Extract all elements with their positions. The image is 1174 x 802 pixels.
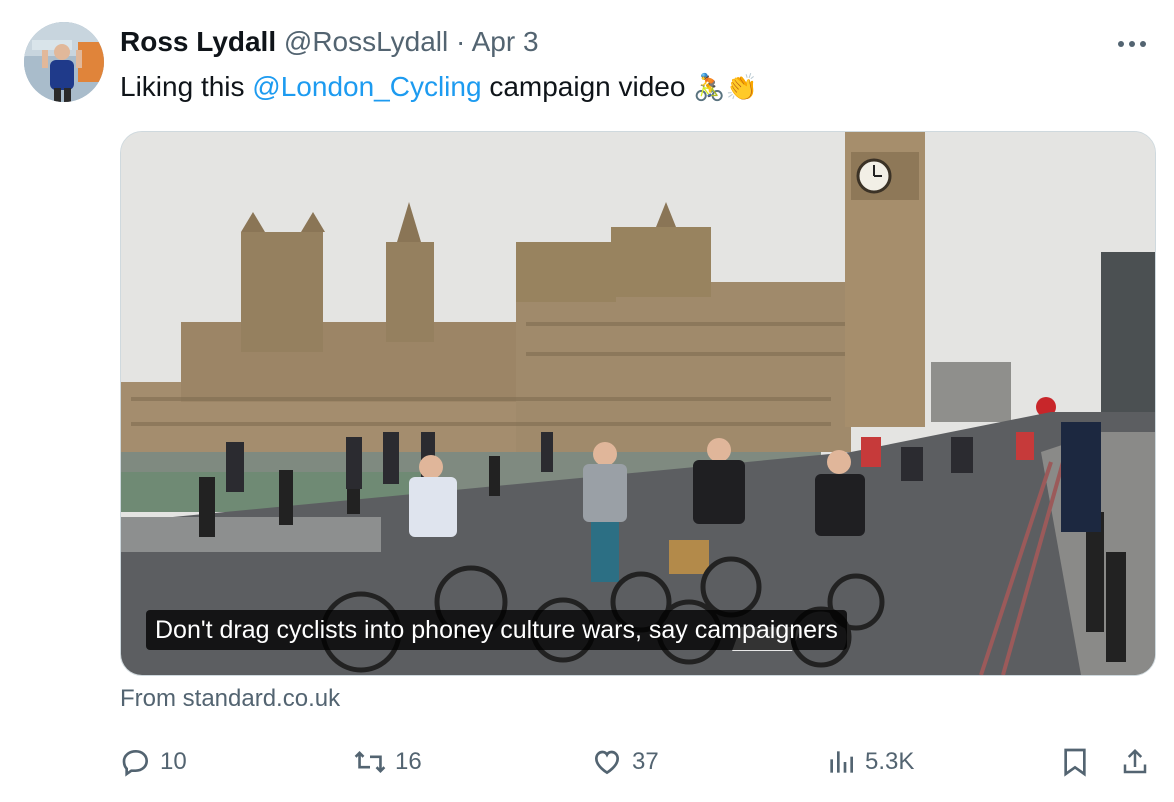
tweet-emoji: 🚴👏: [693, 73, 758, 103]
views-button[interactable]: 5.3K: [825, 740, 914, 784]
media-card[interactable]: [120, 131, 1156, 676]
more-horizontal-icon: [1118, 41, 1146, 47]
like-button[interactable]: 37: [590, 740, 659, 784]
news-image: [121, 132, 1155, 675]
tweet-text-after: campaign video: [481, 71, 694, 102]
tweet-header: Ross Lydall @RossLydall · Apr 3: [120, 24, 539, 60]
link-source[interactable]: From standard.co.uk: [120, 683, 340, 715]
share-button[interactable]: [1120, 740, 1150, 784]
avatar[interactable]: [24, 22, 104, 102]
share-icon: [1123, 748, 1147, 774]
reply-count: 10: [160, 748, 187, 775]
repost-count: 16: [395, 748, 422, 775]
like-count: 37: [632, 748, 659, 775]
repost-button[interactable]: 16: [353, 740, 422, 784]
bookmark-icon: [1064, 748, 1086, 777]
avatar-image: [24, 22, 104, 102]
mention-link[interactable]: @London_Cycling: [252, 71, 481, 102]
tweet: Ross Lydall @RossLydall · Apr 3 Liking t…: [0, 0, 1174, 802]
media-caption: Don't drag cyclists into phoney culture …: [146, 610, 847, 650]
more-options-button[interactable]: [1112, 30, 1152, 58]
action-bar: 10 16 37 5.3K: [120, 740, 1154, 784]
header-separator: ·: [456, 26, 466, 57]
views-count: 5.3K: [865, 748, 915, 775]
tweet-text: Liking this @London_Cycling campaign vid…: [120, 68, 758, 107]
bookmark-button[interactable]: [1060, 740, 1090, 784]
reply-icon: [122, 749, 149, 777]
repost-icon: [354, 750, 386, 774]
author-name[interactable]: Ross Lydall: [120, 26, 276, 57]
analytics-icon: [830, 751, 853, 773]
author-handle[interactable]: @RossLydall: [284, 26, 448, 57]
heart-icon: [594, 750, 620, 775]
reply-button[interactable]: 10: [120, 740, 187, 784]
tweet-timestamp[interactable]: Apr 3: [472, 26, 539, 57]
tweet-text-before: Liking this: [120, 71, 253, 102]
